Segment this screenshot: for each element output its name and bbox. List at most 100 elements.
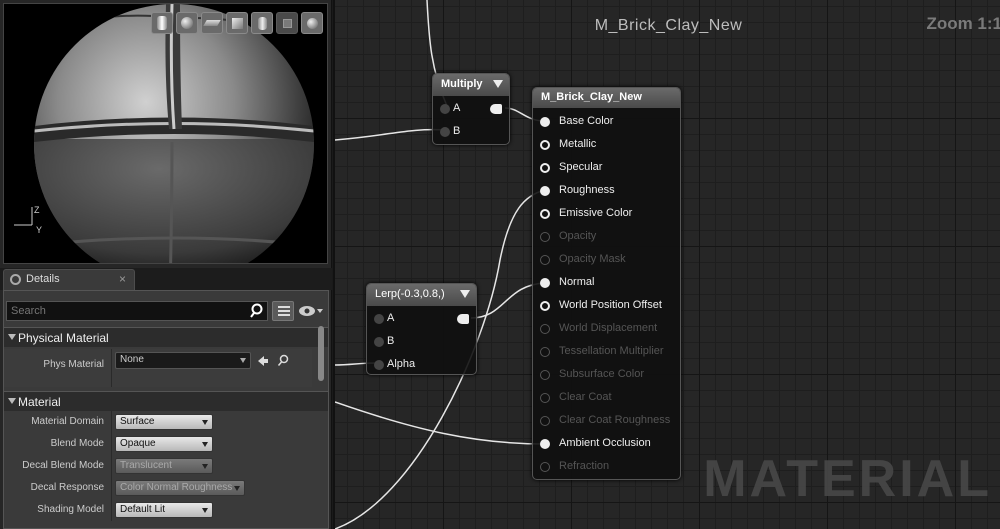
material-graph-canvas[interactable]: M_Brick_Clay_New Zoom 1:1 MATERIAL Multi… (333, 0, 1000, 529)
eye-icon[interactable] (298, 304, 324, 318)
input-pin-icon[interactable] (540, 163, 550, 173)
input-pin-icon[interactable] (540, 186, 550, 196)
lerp-pin-b[interactable]: B (367, 333, 478, 351)
material-pin-metallic[interactable]: Metallic (533, 136, 682, 154)
multiply-pin-a[interactable]: A (433, 100, 511, 118)
sphere-preview-button[interactable] (151, 12, 173, 34)
material-domain-combo[interactable]: Surface (115, 414, 213, 430)
grid-icon (282, 18, 292, 28)
material-pin-emissive-color[interactable]: Emissive Color (533, 205, 682, 223)
plane-preview-button[interactable] (201, 12, 223, 34)
search-row (6, 301, 326, 323)
collapse-arrow-icon[interactable] (460, 290, 470, 298)
dropdown-arrow-icon (202, 508, 208, 513)
prop-decal-response: Decal Response Color Normal Roughness (4, 477, 312, 499)
browse-search-icon[interactable] (277, 354, 290, 367)
decal-response-combo[interactable]: Color Normal Roughness (115, 480, 245, 496)
input-pin-icon[interactable] (540, 324, 550, 334)
category-physical-material[interactable]: Physical Material (4, 327, 328, 347)
material-pin-world-displacement[interactable]: World Displacement (533, 320, 682, 338)
phys-material-combo[interactable]: None (115, 352, 251, 369)
input-pin-icon[interactable] (374, 337, 384, 347)
material-result-node[interactable]: M_Brick_Clay_New Base Color Metallic Specu… (532, 87, 681, 480)
input-pin-icon[interactable] (540, 416, 550, 426)
material-pin-clear-coat-roughness[interactable]: Clear Coat Roughness (533, 412, 682, 430)
search-icon[interactable] (250, 303, 266, 319)
input-pin-icon[interactable] (440, 104, 450, 114)
material-pin-roughness[interactable]: Roughness (533, 182, 682, 200)
cube-icon (231, 17, 243, 29)
category-material[interactable]: Material (4, 391, 328, 411)
lerp-pin-a[interactable]: A (367, 310, 478, 328)
pin-label: Clear Coat (559, 391, 612, 403)
input-pin-icon[interactable] (540, 209, 550, 219)
lerp-pin-alpha[interactable]: Alpha (367, 356, 478, 374)
prop-blend-mode: Blend Mode Opaque (4, 433, 312, 455)
input-pin-icon[interactable] (540, 117, 550, 127)
pin-label: Specular (559, 161, 603, 173)
tab-details[interactable]: Details × (3, 269, 135, 290)
material-pin-subsurface-color[interactable]: Subsurface Color (533, 366, 682, 384)
input-pin-icon[interactable] (540, 255, 550, 265)
node-header: M_Brick_Clay_New (533, 88, 680, 108)
tab-details-label: Details (26, 273, 60, 285)
input-pin-icon[interactable] (540, 301, 550, 311)
material-pin-world-position-offset[interactable]: World Position Offset (533, 297, 682, 315)
node-title: M_Brick_Clay_New (541, 91, 642, 103)
prop-label: Material Domain (31, 416, 104, 427)
node-header: Lerp(-0.3,0.8,) (367, 284, 476, 306)
pin-label: A (453, 102, 461, 114)
sphere-lit-button[interactable] (176, 12, 198, 34)
blend-mode-combo[interactable]: Opaque (115, 436, 213, 452)
material-preview-viewport[interactable]: Z Y (3, 3, 328, 264)
material-pin-clear-coat[interactable]: Clear Coat (533, 389, 682, 407)
details-scrollbar[interactable] (318, 326, 324, 381)
input-pin-icon[interactable] (540, 347, 550, 357)
input-pin-icon[interactable] (374, 314, 384, 324)
close-icon[interactable]: × (119, 272, 126, 286)
input-pin-icon[interactable] (540, 140, 550, 150)
decal-blend-mode-combo[interactable]: Translucent (115, 458, 213, 474)
multiply-node[interactable]: Multiply A B (432, 73, 510, 145)
input-pin-icon[interactable] (440, 127, 450, 137)
input-pin-icon[interactable] (540, 393, 550, 403)
material-pin-ambient-occlusion[interactable]: Ambient Occlusion (533, 435, 682, 453)
pin-label: Metallic (559, 138, 597, 150)
node-title: Multiply (441, 78, 483, 90)
output-pin-icon[interactable] (490, 104, 502, 114)
material-pin-opacity-mask[interactable]: Opacity Mask (533, 251, 682, 269)
shading-model-combo[interactable]: Default Lit (115, 502, 213, 518)
material-pin-tessellation-multiplier[interactable]: Tessellation Multiplier (533, 343, 682, 361)
input-pin-icon[interactable] (540, 232, 550, 242)
collapse-arrow-icon[interactable] (493, 80, 503, 88)
lerp-node[interactable]: Lerp(-0.3,0.8,) A B Alpha (366, 283, 477, 375)
mesh-preview-button[interactable] (251, 12, 273, 34)
input-pin-icon[interactable] (540, 370, 550, 380)
use-selected-arrow-icon[interactable] (257, 355, 269, 367)
search-input[interactable] (6, 301, 268, 321)
pin-label: Emissive Color (559, 207, 633, 219)
output-pin-icon[interactable] (457, 314, 469, 324)
combo-value: Opaque (120, 438, 156, 449)
sphere-icon (181, 17, 193, 29)
material-pin-opacity[interactable]: Opacity (533, 228, 682, 246)
cube-preview-button[interactable] (226, 12, 248, 34)
input-pin-icon[interactable] (540, 278, 550, 288)
material-pin-normal[interactable]: Normal (533, 274, 682, 292)
input-pin-icon[interactable] (540, 462, 550, 472)
preview-sphere (34, 4, 314, 263)
material-pin-refraction[interactable]: Refraction (533, 458, 682, 476)
multiply-pin-b[interactable]: B (433, 123, 511, 141)
material-pin-specular[interactable]: Specular (533, 159, 682, 177)
pin-label: Alpha (387, 358, 416, 370)
realtime-toggle-button[interactable] (301, 12, 323, 34)
property-matrix-button[interactable] (272, 301, 294, 321)
input-pin-icon[interactable] (374, 360, 384, 370)
teapot-icon (257, 16, 267, 30)
prop-label: Decal Response (30, 482, 104, 493)
prop-phys-material: Phys Material None (4, 349, 312, 387)
input-pin-icon[interactable] (540, 439, 550, 449)
material-pin-base-color[interactable]: Base Color (533, 113, 682, 131)
details-tab-bar: Details × (0, 268, 332, 290)
grid-toggle-button[interactable] (276, 12, 298, 34)
